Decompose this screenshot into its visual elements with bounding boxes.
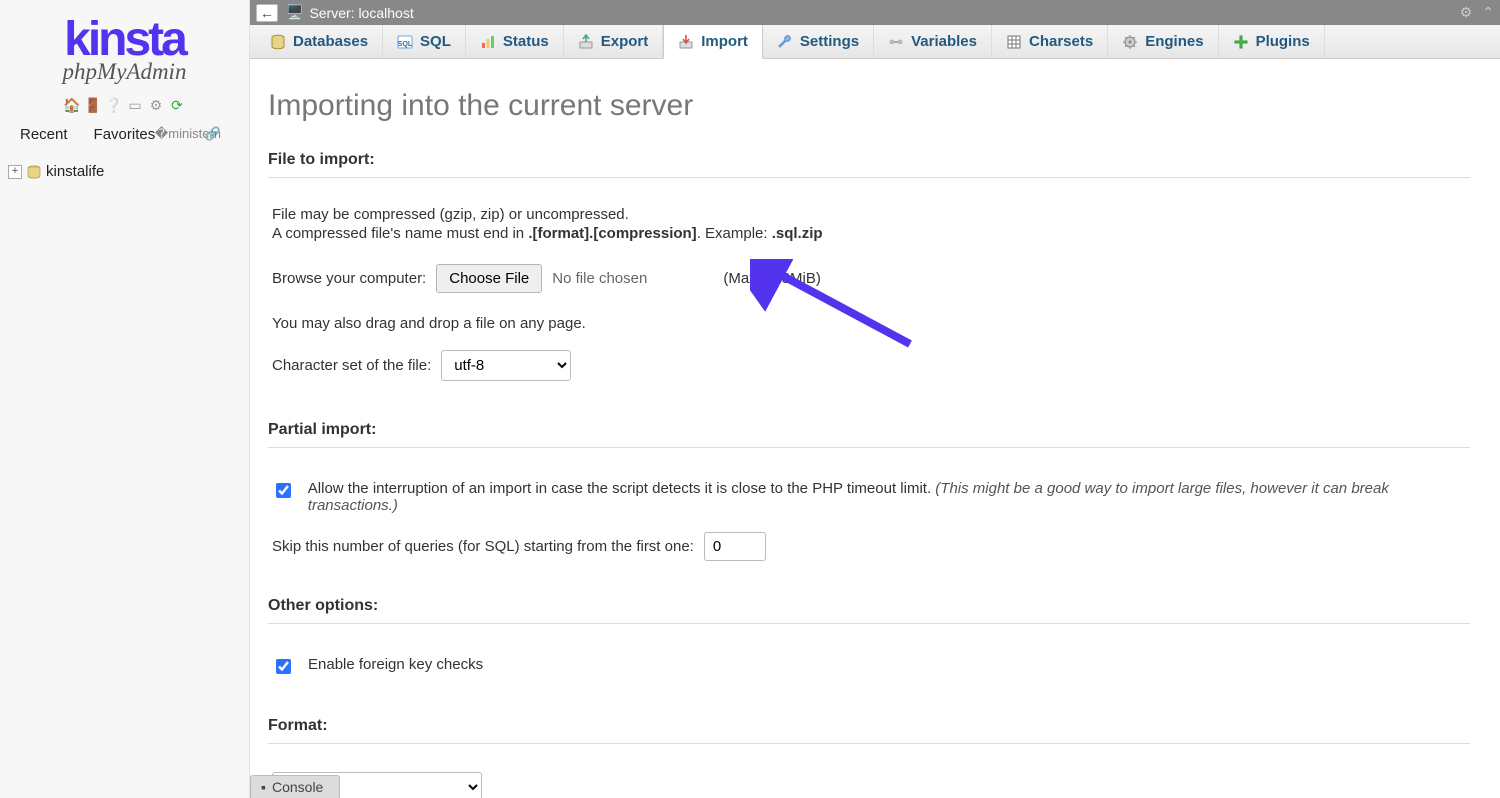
section-other-options: Other options: bbox=[268, 597, 1470, 624]
tab-recent[interactable]: Recent bbox=[8, 122, 80, 147]
svg-text:SQL: SQL bbox=[398, 41, 413, 48]
other-legend: Other options: bbox=[268, 597, 1470, 615]
logout-icon[interactable]: 🚪 bbox=[85, 97, 102, 114]
tab-engines[interactable]: Engines bbox=[1108, 25, 1218, 58]
file-section-body: File may be compressed (gzip, zip) or un… bbox=[268, 196, 1470, 387]
partial-legend: Partial import: bbox=[268, 421, 1470, 439]
logo-block: KInsta phpMyAdmin bbox=[0, 0, 249, 91]
wrench-icon bbox=[777, 34, 793, 50]
charset-label: Character set of the file: bbox=[272, 357, 431, 374]
section-partial-import: Partial import: bbox=[268, 421, 1470, 448]
charsets-icon bbox=[1006, 34, 1022, 50]
tab-sql[interactable]: SQL SQL bbox=[383, 25, 466, 58]
expand-icon[interactable]: + bbox=[8, 165, 22, 179]
brand-sublogo: phpMyAdmin bbox=[16, 59, 233, 85]
sidebar: KInsta phpMyAdmin 🏠 🚪 ❔ ▭ ⚙ ⟳ Recent Fav… bbox=[0, 0, 250, 798]
page-settings-icon[interactable]: ⚙ bbox=[1460, 4, 1473, 21]
tab-plugins[interactable]: Plugins bbox=[1219, 25, 1325, 58]
section-file-to-import: File to import: bbox=[268, 151, 1470, 178]
export-icon bbox=[578, 34, 594, 50]
variables-icon bbox=[888, 34, 904, 50]
no-file-label: No file chosen bbox=[552, 270, 647, 287]
server-label: Server: localhost bbox=[309, 5, 413, 21]
main-panel: ← 🖥️ Server: localhost ⚙ ⌃ Databases SQL… bbox=[250, 0, 1500, 798]
skip-queries-input[interactable] bbox=[704, 532, 766, 561]
db-name-label: kinstalife bbox=[46, 163, 104, 180]
tab-status[interactable]: Status bbox=[466, 25, 564, 58]
foreign-key-label: Enable foreign key checks bbox=[308, 656, 483, 673]
drag-hint: You may also drag and drop a file on any… bbox=[272, 315, 1466, 332]
database-icon bbox=[26, 165, 42, 179]
format-legend: Format: bbox=[268, 717, 1470, 735]
other-body: Enable foreign key checks bbox=[268, 642, 1470, 695]
max-size-label: (Max: 128MiB) bbox=[723, 270, 821, 287]
choose-file-button[interactable]: Choose File bbox=[436, 264, 542, 293]
file-hint1: File may be compressed (gzip, zip) or un… bbox=[272, 206, 1466, 223]
allow-interrupt-checkbox[interactable] bbox=[276, 483, 291, 498]
status-icon bbox=[480, 34, 496, 50]
skip-row: Skip this number of queries (for SQL) st… bbox=[272, 532, 1466, 561]
import-icon bbox=[678, 34, 694, 50]
console-label: Console bbox=[272, 779, 323, 795]
sql-query-icon[interactable]: ▭ bbox=[127, 97, 144, 114]
sidebar-shortcut-bar: 🏠 🚪 ❔ ▭ ⚙ ⟳ bbox=[0, 91, 249, 118]
foreign-key-checkbox[interactable] bbox=[276, 659, 291, 674]
settings-icon[interactable]: ⚙ bbox=[148, 97, 165, 114]
main-tabs: Databases SQL SQL Status Export Import S… bbox=[250, 25, 1500, 59]
tab-databases[interactable]: Databases bbox=[256, 25, 383, 58]
page-collapse-icon[interactable]: ⌃ bbox=[1482, 4, 1494, 21]
tab-settings[interactable]: Settings bbox=[763, 25, 874, 58]
file-section-legend: File to import: bbox=[268, 151, 1470, 169]
tab-variables[interactable]: Variables bbox=[874, 25, 992, 58]
plugins-icon bbox=[1233, 34, 1249, 50]
section-format: Format: bbox=[268, 717, 1470, 744]
reload-icon[interactable]: ⟳ bbox=[169, 97, 186, 114]
console-toggle[interactable]: ▪ Console bbox=[250, 775, 340, 798]
skip-label: Skip this number of queries (for SQL) st… bbox=[272, 538, 694, 555]
charset-select[interactable]: utf-8 bbox=[441, 350, 571, 381]
page-title: Importing into the current server bbox=[268, 89, 1470, 123]
allow-interrupt-label: Allow the interruption of an import in c… bbox=[308, 480, 1466, 514]
back-button[interactable]: ← bbox=[256, 4, 278, 22]
tree-node-db[interactable]: + kinstalife bbox=[8, 161, 245, 182]
browse-label: Browse your computer: bbox=[272, 270, 426, 287]
databases-icon bbox=[270, 34, 286, 50]
brand-logo: KInsta bbox=[16, 18, 233, 61]
format-body: SQL bbox=[268, 762, 1470, 798]
partial-body: Allow the interruption of an import in c… bbox=[268, 466, 1470, 567]
tab-charsets[interactable]: Charsets bbox=[992, 25, 1108, 58]
docs-icon[interactable]: ❔ bbox=[106, 97, 123, 114]
file-hint2: A compressed file's name must end in .[f… bbox=[272, 225, 1466, 242]
fk-row: Enable foreign key checks bbox=[272, 652, 1466, 689]
collapse-icon[interactable]: 🔗 bbox=[205, 126, 221, 142]
tab-import[interactable]: Import bbox=[663, 25, 763, 59]
tab-export[interactable]: Export bbox=[564, 25, 664, 58]
console-icon: ▪ bbox=[261, 779, 266, 795]
server-icon: 🖥️ bbox=[286, 4, 303, 21]
charset-row: Character set of the file: utf-8 bbox=[272, 350, 1466, 381]
allow-interrupt-row: Allow the interruption of an import in c… bbox=[272, 476, 1466, 526]
sql-icon: SQL bbox=[397, 34, 413, 50]
home-icon[interactable]: 🏠 bbox=[64, 97, 81, 114]
content-area: Importing into the current server File t… bbox=[250, 59, 1500, 798]
browse-row: Browse your computer: Choose File No fil… bbox=[272, 264, 1466, 293]
engines-icon bbox=[1122, 34, 1138, 50]
server-titlebar: ← 🖥️ Server: localhost ⚙ ⌃ bbox=[250, 0, 1500, 25]
db-tree: + kinstalife bbox=[0, 151, 249, 182]
